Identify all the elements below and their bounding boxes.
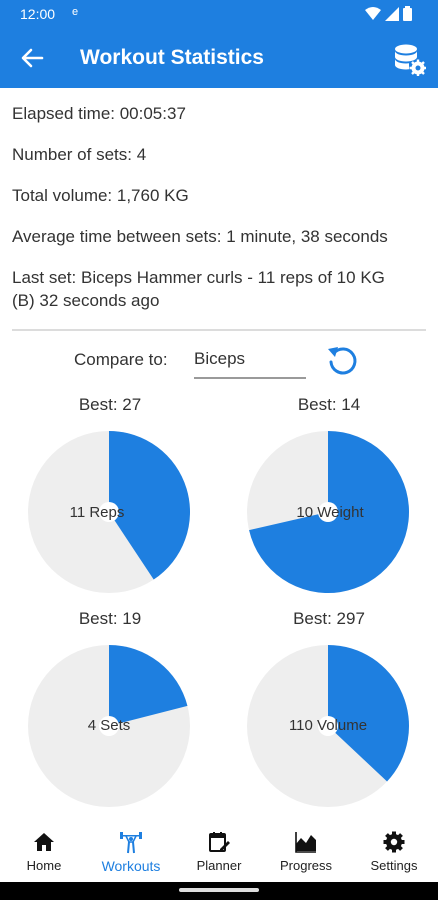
battery-icon	[403, 6, 412, 21]
home-gesture-pill[interactable]	[179, 888, 259, 892]
status-bar: 12:00 e	[0, 0, 438, 28]
nav-settings-label: Settings	[370, 858, 418, 873]
compare-value: Biceps	[194, 349, 246, 368]
nav-progress[interactable]: Progress	[262, 820, 350, 882]
nav-home[interactable]: Home	[0, 820, 88, 882]
page-title: Workout Statistics	[80, 46, 264, 69]
best-sets: Best: 19	[78, 609, 142, 628]
weight-pie-label: 10 Weight	[296, 504, 364, 521]
number-of-sets: Number of sets: 4	[12, 145, 147, 164]
nav-progress-label: Progress	[279, 858, 333, 873]
total-volume: Total volume: 1,760 KG	[12, 186, 189, 205]
nav-planner-label: Planner	[196, 858, 242, 873]
best-volume: Best: 297	[293, 609, 365, 628]
status-indicator: e	[72, 6, 79, 18]
home-icon	[34, 833, 54, 851]
reps-pie-label: 11 Reps	[69, 504, 125, 521]
average-time: Average time between sets: 1 minute, 38 …	[12, 227, 388, 246]
compare-label: Compare to:	[74, 350, 168, 369]
nav-home-label: Home	[26, 858, 62, 873]
wifi-icon	[365, 6, 381, 20]
signal-icon	[385, 6, 399, 21]
nav-workouts-label: Workouts	[101, 858, 161, 874]
status-time: 12:00	[20, 6, 56, 22]
database-settings-icon[interactable]	[392, 42, 426, 76]
compare-dropdown[interactable]: Biceps	[194, 347, 306, 379]
last-set-line2: (B) 32 seconds ago	[12, 291, 160, 310]
area-chart-icon	[295, 832, 316, 853]
nav-planner[interactable]: Planner	[175, 820, 263, 882]
last-set-line1: Last set: Biceps Hammer curls - 11 reps …	[12, 268, 385, 287]
status-icons	[365, 6, 412, 21]
best-weight: Best: 14	[297, 395, 361, 414]
bottom-navigation: Home Workouts Planner Progress Settings	[0, 820, 438, 882]
volume-pie-label: 110 Volume	[288, 717, 368, 734]
divider	[12, 329, 426, 331]
nav-settings[interactable]: Settings	[350, 820, 438, 882]
back-arrow-icon[interactable]	[16, 42, 48, 74]
refresh-icon[interactable]	[324, 341, 362, 379]
elapsed-time: Elapsed time: 00:05:37	[12, 104, 186, 123]
app-bar: Workout Statistics	[0, 28, 438, 88]
weightlifter-icon	[120, 832, 142, 854]
nav-workouts[interactable]: Workouts	[87, 820, 175, 882]
sets-pie-label: 4 Sets	[87, 717, 131, 734]
system-navigation-bar	[0, 882, 438, 900]
calendar-edit-icon	[209, 832, 230, 852]
gear-icon	[383, 831, 405, 853]
best-reps: Best: 27	[78, 395, 142, 414]
